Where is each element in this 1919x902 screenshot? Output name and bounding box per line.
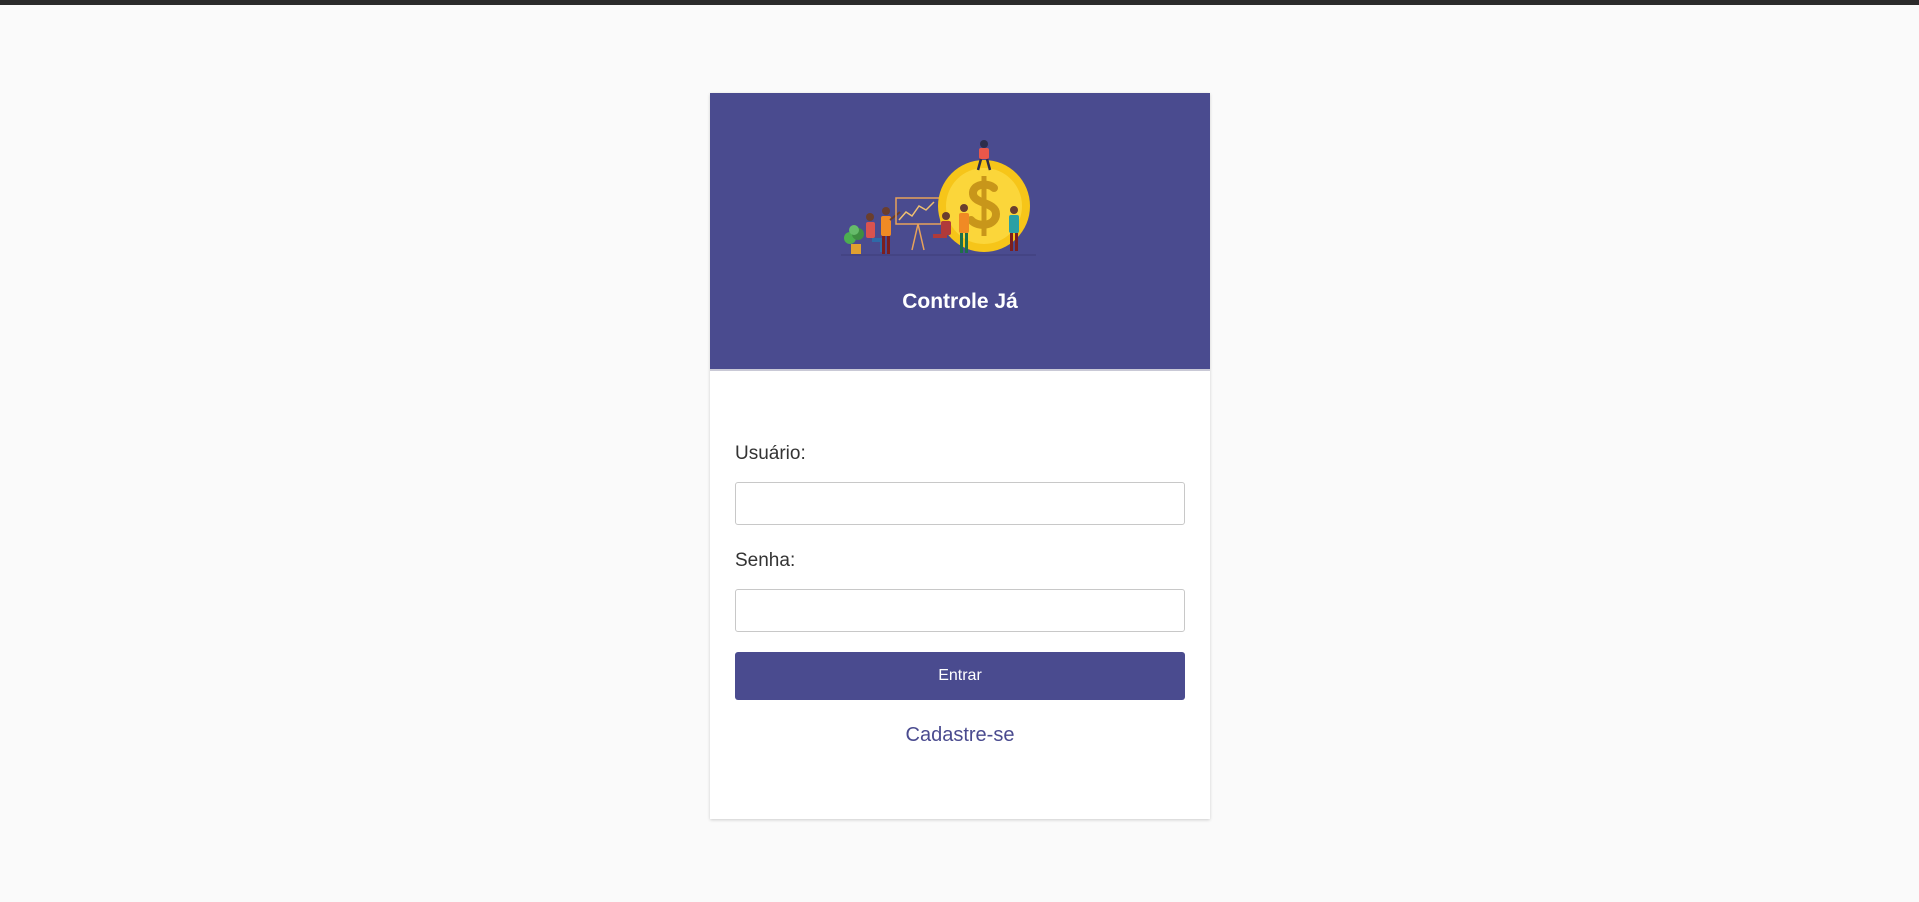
password-label: Senha: — [735, 550, 796, 571]
app-title: Controle Já — [902, 290, 1018, 313]
finance-illustration-icon — [841, 140, 1036, 256]
register-link[interactable]: Cadastre-se — [735, 724, 1185, 747]
username-input[interactable] — [735, 482, 1185, 525]
login-card: Controle Já Usuário: Senha: Entrar Cadas… — [710, 93, 1210, 819]
login-button[interactable]: Entrar — [735, 652, 1185, 700]
browser-top-bar — [0, 0, 1919, 5]
login-form: Usuário: Senha: Entrar Cadastre-se — [735, 442, 1185, 747]
password-input[interactable] — [735, 589, 1185, 632]
username-label: Usuário: — [735, 443, 806, 464]
login-header: Controle Já — [710, 93, 1210, 371]
